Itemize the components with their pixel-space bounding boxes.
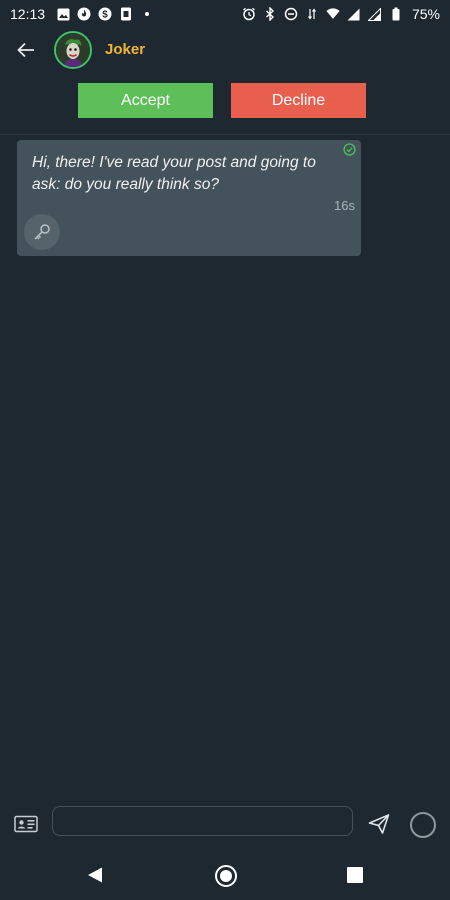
dnd-icon [284, 7, 298, 21]
nav-recents-button[interactable] [347, 867, 363, 883]
decline-button[interactable]: Decline [231, 83, 366, 118]
image-icon [56, 7, 70, 21]
message-text: Hi, there! I've read your post and going… [32, 154, 316, 193]
signal-2-icon [368, 7, 382, 21]
joker-avatar-icon [56, 33, 90, 67]
battery-percent: 75% [411, 6, 440, 22]
send-button[interactable] [367, 812, 391, 836]
composer [0, 795, 450, 850]
arrow-left-icon [17, 42, 34, 58]
attach-button[interactable] [14, 815, 38, 833]
check-circle-icon [343, 143, 356, 156]
contact-name[interactable]: Joker [105, 41, 145, 58]
sim-icon [119, 7, 133, 21]
fire-icon [77, 7, 91, 21]
send-icon [368, 814, 390, 834]
dot-icon [140, 7, 154, 21]
status-left: 12:13 $ [10, 6, 154, 22]
message-input[interactable] [52, 806, 353, 836]
message-bubble[interactable]: Hi, there! I've read your post and going… [17, 140, 361, 256]
signal-icon [347, 7, 361, 21]
system-nav-bar [0, 850, 450, 900]
status-bar: 12:13 $ 75% [0, 0, 450, 28]
wifi-icon [326, 7, 340, 21]
avatar[interactable] [54, 31, 92, 69]
battery-icon [389, 7, 403, 21]
back-button[interactable] [14, 38, 38, 62]
data-icon [305, 7, 319, 21]
chat-header: Joker [0, 28, 450, 72]
key-icon [34, 224, 50, 240]
id-card-icon [14, 815, 38, 833]
nav-back-icon [88, 867, 102, 883]
svg-text:$: $ [102, 10, 108, 21]
alarm-icon [242, 7, 256, 21]
record-button[interactable] [410, 812, 436, 838]
accept-button[interactable]: Accept [78, 83, 213, 118]
bluetooth-icon [263, 7, 277, 21]
status-time: 12:13 [10, 6, 46, 22]
nav-back-button[interactable] [86, 866, 104, 884]
dollar-icon: $ [98, 7, 112, 21]
key-button[interactable] [24, 214, 60, 250]
header-divider [0, 134, 450, 135]
nav-home-icon [220, 870, 232, 882]
message-time: 16s [334, 198, 355, 213]
nav-home-button[interactable] [215, 865, 237, 887]
status-right: 75% [242, 6, 440, 22]
